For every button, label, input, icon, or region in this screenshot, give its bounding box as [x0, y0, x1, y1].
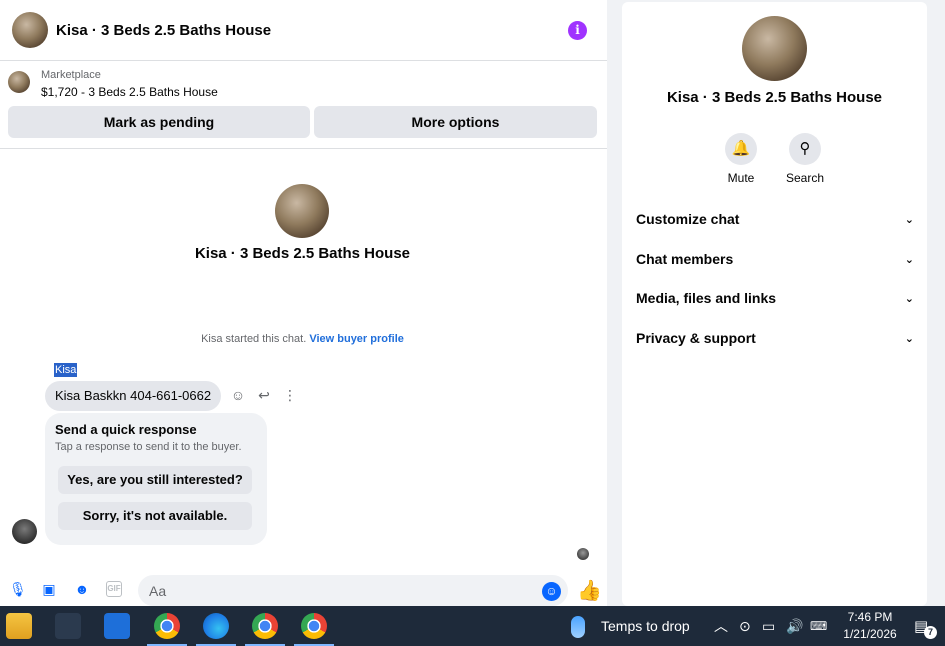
more-icon[interactable]: ⋮ [282, 387, 298, 403]
marketplace-banner: Marketplace $1,720 - 3 Beds 2.5 Baths Ho… [0, 61, 607, 149]
bell-icon: 🔔 [725, 133, 757, 165]
message-input[interactable] [138, 575, 568, 606]
chat-started-text: Kisa started this chat. [201, 333, 307, 345]
clock-date: 1/21/2026 [843, 627, 897, 641]
thumbs-up-icon[interactable]: 👍 [577, 580, 602, 602]
file-explorer-icon[interactable] [6, 613, 32, 639]
sender-avatar[interactable] [12, 519, 37, 544]
clock-time: 7:46 PM [847, 610, 893, 624]
chevron-down-icon: ⌄ [904, 292, 914, 305]
section-label: Chat members [636, 251, 734, 267]
section-chat-members[interactable]: Chat members ⌄ [636, 245, 916, 273]
chrome-icon[interactable] [252, 613, 278, 639]
message-sender-name: Kisa [54, 363, 78, 377]
gif-icon[interactable]: GIF [106, 581, 122, 597]
message-composer: 🎙 ▣ ☻ GIF ☺ 👍 [0, 572, 607, 606]
listing-avatar[interactable] [12, 12, 48, 48]
photo-icon[interactable]: ▣ [41, 581, 57, 597]
message-actions: ☺ ↩ ⋮ [230, 387, 298, 403]
chrome-icon[interactable] [301, 613, 327, 639]
chat-panel: Kisa · 3 Beds 2.5 Baths House i Marketpl… [0, 0, 607, 606]
reply-icon[interactable]: ↩ [256, 387, 272, 403]
taskbar: Temps to drop ︿ ⊙ ▭ 🔊 ⌨ 7:46 PM 1/21/202… [0, 606, 945, 646]
chevron-down-icon: ⌄ [904, 332, 914, 345]
conversation-info-panel: Kisa · 3 Beds 2.5 Baths House 🔔 Mute ⚲ S… [622, 2, 927, 606]
mark-as-pending-button[interactable]: Mark as pending [8, 106, 310, 138]
seen-indicator-avatar [577, 548, 589, 560]
chevron-down-icon: ⌄ [904, 213, 914, 226]
volume-icon[interactable]: 🔊 [786, 617, 803, 635]
quick-response-not-available-button[interactable]: Sorry, it's not available. [58, 502, 252, 530]
keyboard-icon[interactable]: ⌨ [810, 617, 827, 635]
more-options-button[interactable]: More options [314, 106, 597, 138]
mute-button[interactable]: 🔔 Mute [716, 133, 766, 185]
info-panel-title: Kisa · 3 Beds 2.5 Baths House [666, 89, 883, 106]
mail-icon[interactable] [104, 613, 130, 639]
chat-title[interactable]: Kisa · 3 Beds 2.5 Baths House [56, 22, 271, 39]
section-label: Privacy & support [636, 330, 756, 346]
conversation-avatar [275, 184, 329, 238]
section-media-files-links[interactable]: Media, files and links ⌄ [636, 284, 916, 312]
weather-widget-text[interactable]: Temps to drop [601, 618, 690, 634]
listing-price-title[interactable]: $1,720 - 3 Beds 2.5 Baths House [41, 85, 218, 99]
listing-thumbnail[interactable] [8, 71, 30, 93]
section-privacy-support[interactable]: Privacy & support ⌄ [636, 324, 916, 352]
chat-header: Kisa · 3 Beds 2.5 Baths House i [0, 0, 607, 61]
quick-response-still-interested-button[interactable]: Yes, are you still interested? [58, 466, 252, 494]
view-buyer-profile-link[interactable]: View buyer profile [309, 333, 404, 345]
sticker-icon[interactable]: ☻ [74, 581, 90, 597]
info-icon[interactable]: i [568, 21, 587, 40]
search-button[interactable]: ⚲ Search [780, 133, 830, 185]
chrome-icon[interactable] [154, 613, 180, 639]
microphone-icon[interactable]: 🎙 [9, 581, 27, 597]
message-bubble[interactable]: Kisa Baskkn 404-661-0662 [45, 381, 222, 411]
search-icon: ⚲ [789, 133, 821, 165]
react-icon[interactable]: ☺ [230, 387, 246, 403]
section-label: Customize chat [636, 211, 740, 227]
section-customize-chat[interactable]: Customize chat ⌄ [636, 205, 916, 233]
quick-response-card: Send a quick response Tap a response to … [45, 413, 267, 545]
system-clock[interactable]: 7:46 PM 1/21/2026 [840, 609, 900, 643]
chevron-down-icon: ⌄ [904, 253, 914, 266]
quick-response-title: Send a quick response [55, 422, 197, 437]
thermometer-icon[interactable] [571, 616, 585, 638]
network-icon[interactable]: ▭ [762, 617, 775, 635]
emoji-icon[interactable]: ☺ [542, 582, 561, 601]
quick-response-subtitle: Tap a response to send it to the buyer. [55, 441, 242, 453]
chat-started-notice: Kisa started this chat. View buyer profi… [0, 333, 605, 345]
section-label: Media, files and links [636, 290, 777, 306]
info-panel-avatar [742, 16, 807, 81]
marketplace-label: Marketplace [41, 69, 101, 81]
store-icon[interactable] [55, 613, 81, 639]
meet-now-icon[interactable]: ⊙ [739, 617, 751, 635]
conversation-title: Kisa · 3 Beds 2.5 Baths House [194, 245, 411, 262]
search-label: Search [785, 171, 825, 185]
show-hidden-icons-icon[interactable]: ︿ [714, 617, 728, 635]
notification-count-badge: 7 [924, 626, 937, 639]
edge-icon[interactable] [203, 613, 229, 639]
mute-label: Mute [727, 171, 755, 185]
